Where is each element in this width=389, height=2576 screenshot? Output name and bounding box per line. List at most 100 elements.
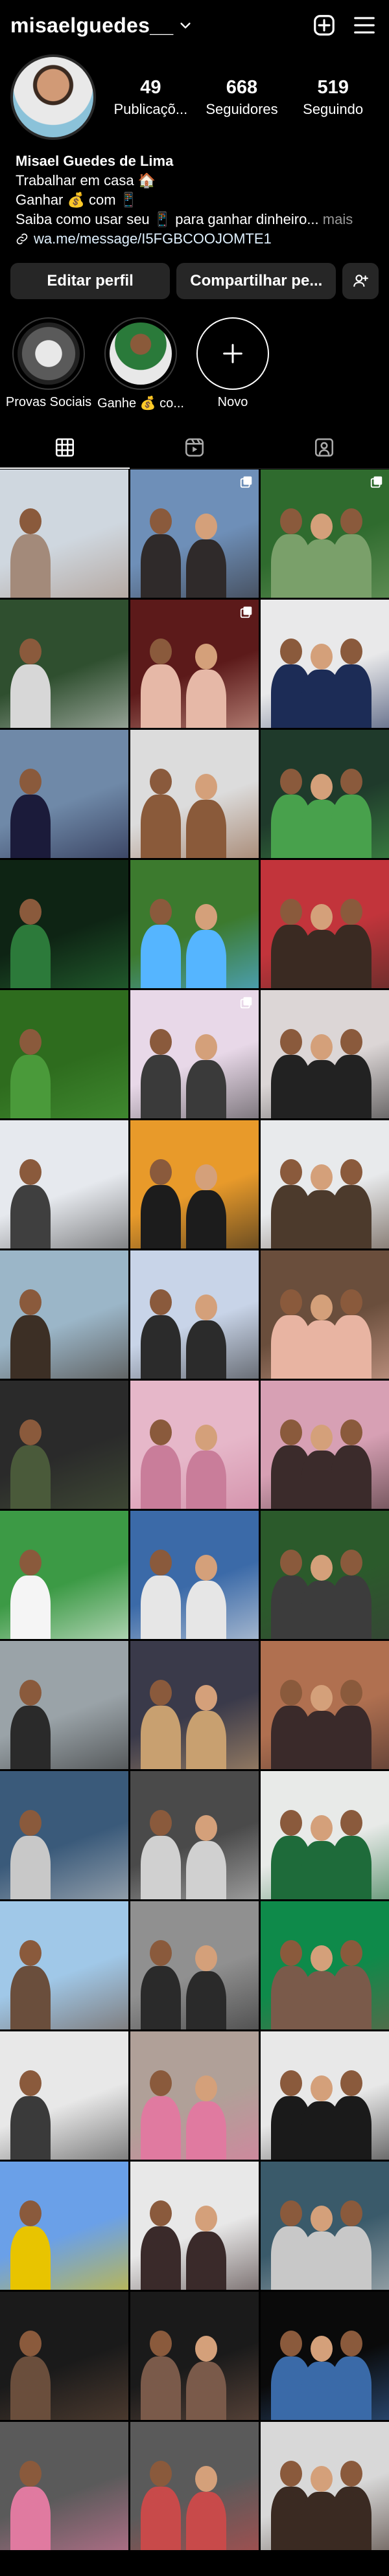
person-face	[195, 1164, 217, 1190]
post-thumbnail[interactable]	[130, 1250, 259, 1379]
person-face	[150, 1029, 172, 1055]
person-face	[280, 899, 302, 925]
person-body	[186, 1451, 226, 1509]
avatar[interactable]	[10, 54, 96, 140]
person-body	[141, 795, 181, 858]
post-thumbnail[interactable]	[0, 469, 128, 598]
person-body	[141, 664, 181, 728]
person-body	[331, 1706, 372, 1769]
post-thumbnail[interactable]	[130, 1771, 259, 1899]
post-thumbnail[interactable]	[261, 1901, 389, 2029]
tab-tagged[interactable]	[259, 427, 389, 468]
edit-profile-button[interactable]: Editar perfil	[10, 263, 171, 299]
post-thumbnail[interactable]	[0, 1511, 128, 1639]
bio-line: Ganhar 💰 com 📱	[16, 192, 138, 208]
post-thumbnail[interactable]	[0, 1250, 128, 1379]
share-profile-button[interactable]: Compartilhar pe...	[176, 263, 336, 299]
username[interactable]: misaelguedes__	[10, 14, 173, 38]
person-face	[195, 644, 217, 670]
person-face	[19, 2331, 41, 2356]
person-face	[150, 899, 172, 925]
post-thumbnail[interactable]	[0, 1641, 128, 1769]
post-thumbnail[interactable]	[261, 860, 389, 988]
post-thumbnail[interactable]	[261, 600, 389, 728]
post-thumbnail[interactable]	[261, 2031, 389, 2160]
post-thumbnail[interactable]	[0, 2292, 128, 2420]
post-thumbnail[interactable]	[130, 1120, 259, 1248]
person-body	[141, 2487, 181, 2550]
post-thumbnail[interactable]	[0, 730, 128, 858]
stat-following[interactable]: 519 Seguindo	[294, 77, 372, 118]
person-face	[19, 1029, 41, 1055]
person-body	[331, 1836, 372, 1899]
post-thumbnail[interactable]	[130, 2031, 259, 2160]
bio-link[interactable]: wa.me/message/I5FGBCOOJOMTE1	[16, 229, 373, 249]
post-thumbnail[interactable]	[130, 2162, 259, 2290]
post-thumbnail[interactable]	[0, 1901, 128, 2029]
post-thumbnail[interactable]	[130, 860, 259, 988]
person-body	[141, 534, 181, 598]
post-thumbnail[interactable]	[261, 1771, 389, 1899]
post-thumbnail[interactable]	[0, 1771, 128, 1899]
menu-icon[interactable]	[350, 11, 379, 40]
highlight-ring	[12, 317, 85, 390]
posts-grid	[0, 469, 389, 2550]
new-post-icon[interactable]	[310, 11, 338, 40]
person-face	[310, 2206, 333, 2231]
add-user-icon	[353, 275, 369, 287]
person-body	[331, 1315, 372, 1379]
tab-reels[interactable]	[130, 427, 259, 468]
post-thumbnail[interactable]	[261, 1641, 389, 1769]
person-body	[186, 800, 226, 858]
highlight-provas-sociais[interactable]: Provas Sociais	[6, 317, 91, 411]
post-thumbnail[interactable]	[0, 2031, 128, 2160]
highlight-new[interactable]: Novo	[194, 317, 271, 411]
post-thumbnail[interactable]	[130, 1381, 259, 1509]
tab-grid[interactable]	[0, 427, 130, 469]
post-thumbnail[interactable]	[261, 469, 389, 598]
post-thumbnail[interactable]	[130, 730, 259, 858]
post-thumbnail[interactable]	[130, 600, 259, 728]
post-thumbnail[interactable]	[0, 600, 128, 728]
stat-posts[interactable]: 49 Publicaçõ...	[112, 77, 189, 118]
post-thumbnail[interactable]	[130, 990, 259, 1118]
post-thumbnail[interactable]	[261, 1250, 389, 1379]
post-thumbnail[interactable]	[261, 2422, 389, 2550]
chevron-down-icon[interactable]	[178, 18, 193, 32]
person-body	[331, 925, 372, 988]
carousel-icon	[370, 475, 384, 492]
person-face	[280, 2070, 302, 2096]
highlight-ganhe[interactable]: Ganhe 💰 co...	[97, 317, 184, 411]
post-thumbnail[interactable]	[130, 1641, 259, 1769]
post-thumbnail[interactable]	[261, 1381, 389, 1509]
person-body	[331, 1055, 372, 1118]
post-thumbnail[interactable]	[261, 990, 389, 1118]
add-user-button[interactable]	[342, 263, 379, 299]
person-face	[195, 774, 217, 800]
stat-followers[interactable]: 668 Seguidores	[203, 77, 281, 118]
post-thumbnail[interactable]	[130, 2292, 259, 2420]
post-thumbnail[interactable]	[130, 1511, 259, 1639]
post-thumbnail[interactable]	[261, 2292, 389, 2420]
person-face	[150, 1940, 172, 1966]
carousel-icon	[239, 475, 253, 492]
post-thumbnail[interactable]	[0, 860, 128, 988]
post-thumbnail[interactable]	[0, 1120, 128, 1248]
post-thumbnail[interactable]	[261, 1511, 389, 1639]
person-body	[186, 2492, 226, 2550]
person-face	[19, 1680, 41, 1706]
post-thumbnail[interactable]	[0, 2422, 128, 2550]
post-thumbnail[interactable]	[261, 2162, 389, 2290]
post-thumbnail[interactable]	[0, 990, 128, 1118]
post-thumbnail[interactable]	[261, 1120, 389, 1248]
post-thumbnail[interactable]	[0, 1381, 128, 1509]
post-thumbnail[interactable]	[0, 2162, 128, 2290]
post-thumbnail[interactable]	[130, 469, 259, 598]
person-body	[10, 1185, 51, 1248]
post-thumbnail[interactable]	[130, 1901, 259, 2029]
post-thumbnail[interactable]	[130, 2422, 259, 2550]
more-link[interactable]: mais	[323, 211, 353, 227]
post-thumbnail[interactable]	[261, 730, 389, 858]
person-body	[141, 1576, 181, 1639]
highlight-ring	[196, 317, 269, 390]
